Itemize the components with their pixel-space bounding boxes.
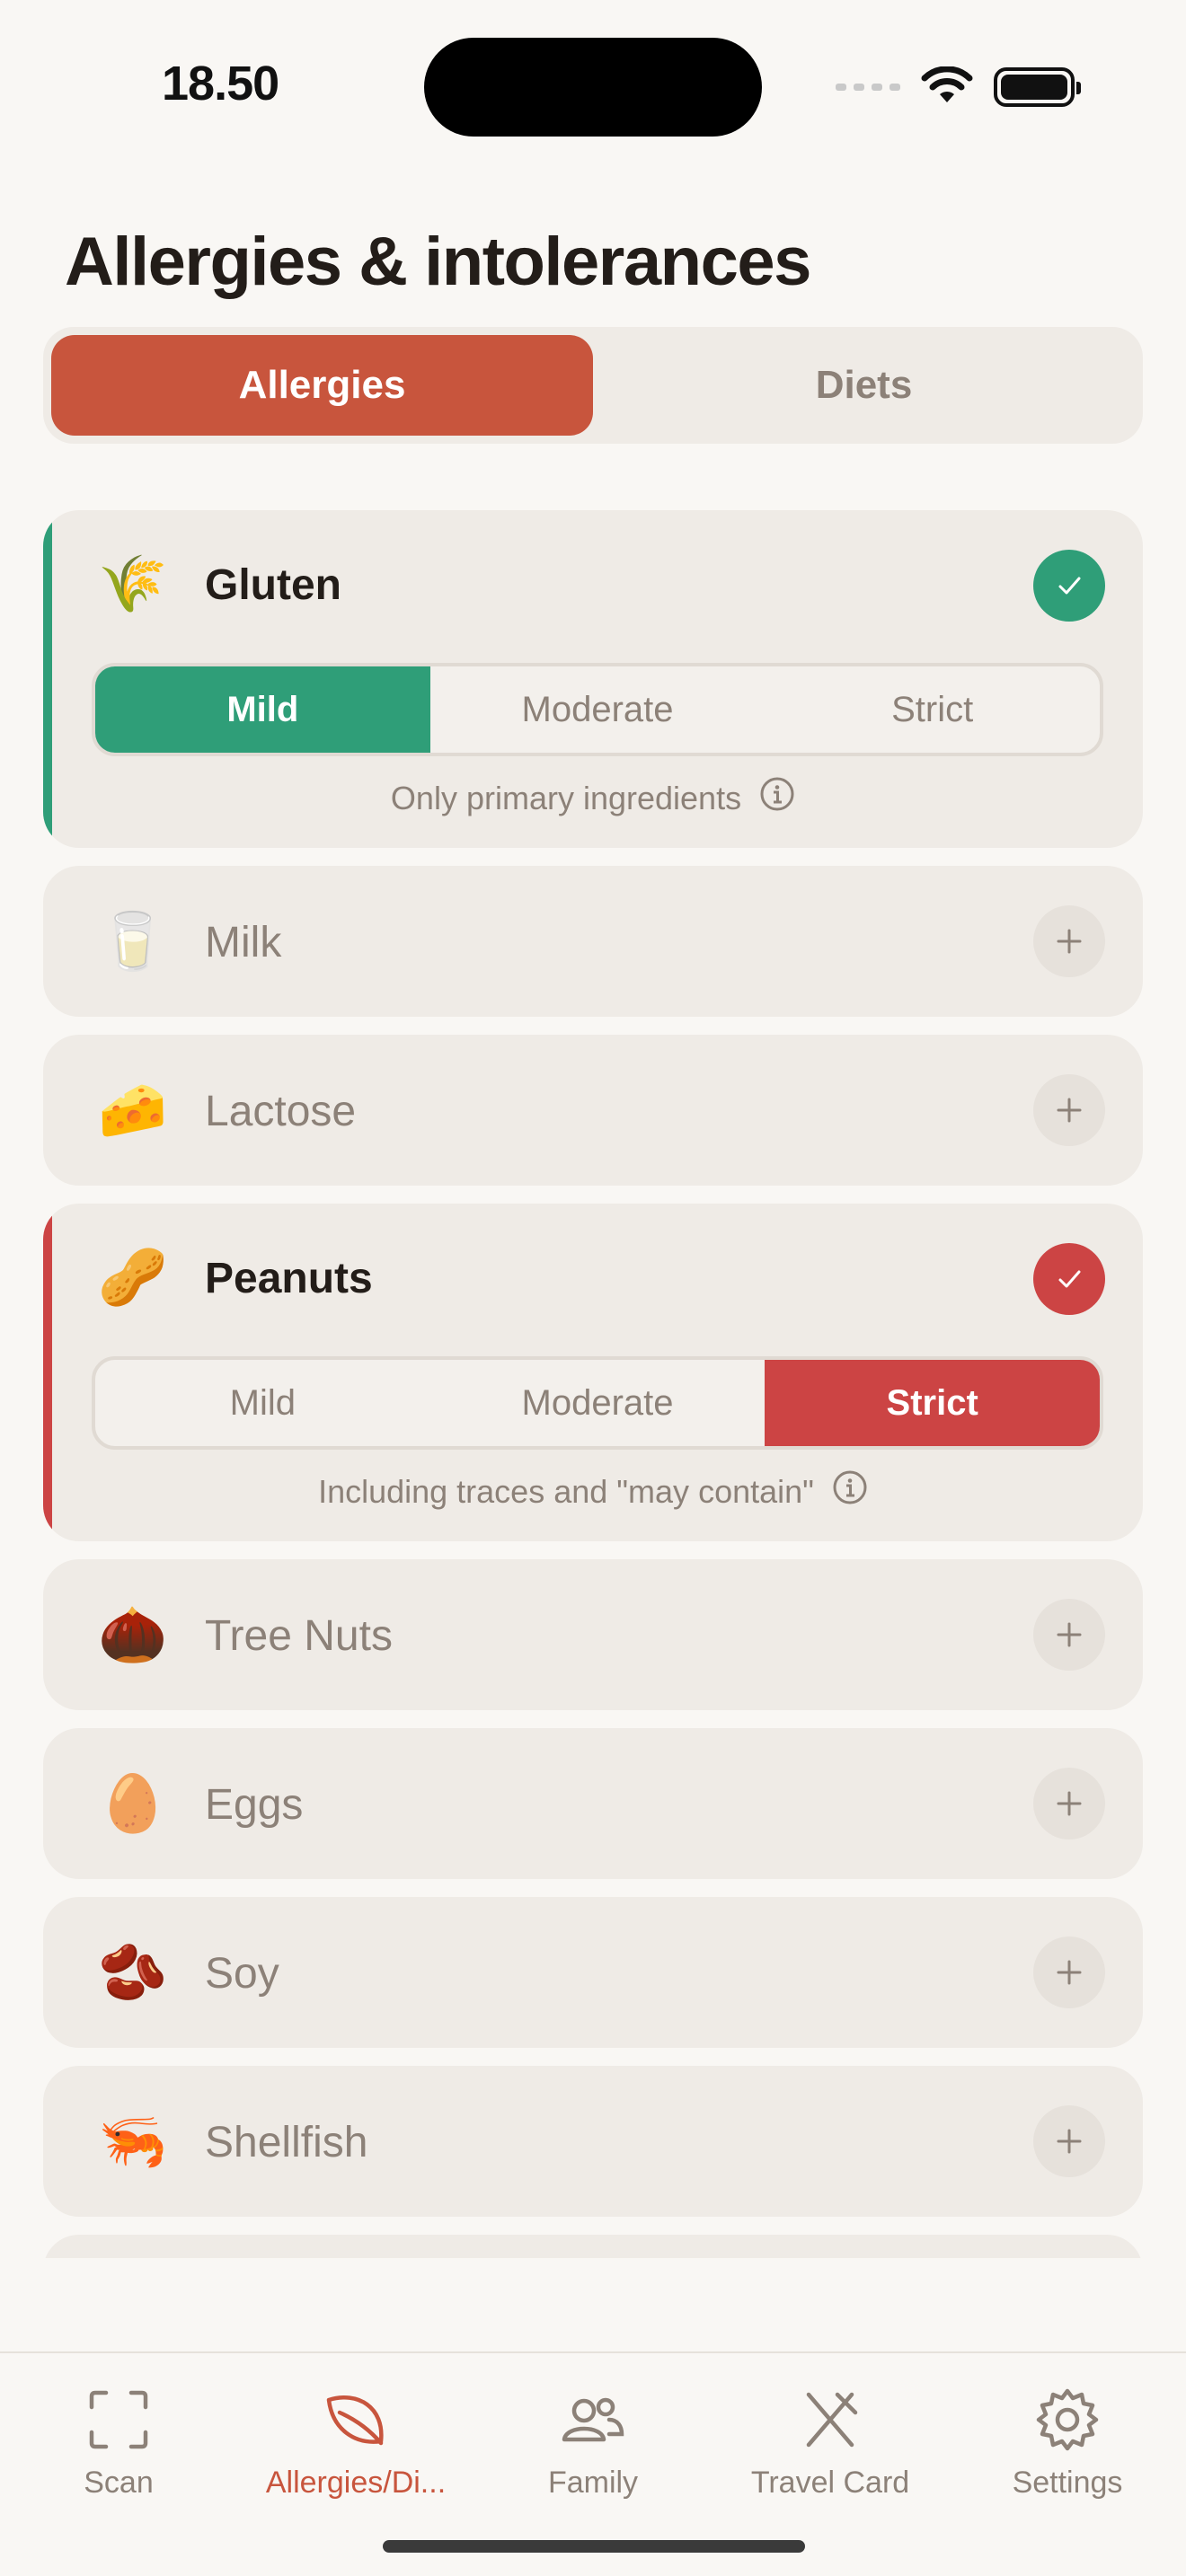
gluten-icon: 🌾 xyxy=(98,551,168,616)
allergen-card-peanuts[interactable]: 🥜 Peanuts Mild Moderate Strict Including trac… xyxy=(43,1204,1143,1541)
tab-bar-label: Settings xyxy=(1012,2466,1123,2500)
allergen-card-milk[interactable]: 🥛 Milk xyxy=(43,866,1143,1017)
milk-icon: 🥛 xyxy=(98,908,168,974)
page-title: Allergies & intolerances xyxy=(65,224,811,300)
status-icons xyxy=(836,65,1081,110)
tab-diets[interactable]: Diets xyxy=(593,335,1135,436)
add-icon[interactable] xyxy=(1033,1074,1105,1146)
severity-moderate[interactable]: Moderate xyxy=(430,666,766,753)
allergen-name: Shellfish xyxy=(205,2119,368,2166)
tab-bar-item-scan[interactable]: Scan xyxy=(0,2386,237,2501)
allergen-card-shellfish[interactable]: 🦐 Shellfish xyxy=(43,2066,1143,2217)
info-icon[interactable] xyxy=(759,776,795,820)
wifi-icon xyxy=(921,66,973,102)
allergen-list: 🌾 Gluten Mild Moderate Strict Only primary in… xyxy=(43,510,1143,2258)
allergen-name: Tree Nuts xyxy=(205,1612,393,1660)
peanuts-icon: 🥜 xyxy=(98,1244,168,1310)
tab-bar-label: Allergies/Di... xyxy=(265,2466,447,2500)
allergen-card-gluten[interactable]: 🌾 Gluten Mild Moderate Strict Only primary in… xyxy=(43,510,1143,848)
severity-note-text: Only primary ingredients xyxy=(390,779,742,816)
tab-bar-item-gear[interactable]: Settings xyxy=(949,2386,1186,2501)
signal-icon xyxy=(836,84,900,91)
allergen-name: Soy xyxy=(205,1950,279,1998)
add-icon[interactable] xyxy=(1033,1936,1105,2008)
tab-bar-label: Travel Card xyxy=(750,2466,910,2500)
main-tab-switcher: Allergies Diets xyxy=(43,327,1143,444)
severity-description: Including traces and "may contain" xyxy=(43,1469,1143,1513)
allergen-name: Lactose xyxy=(205,1088,357,1135)
status-time: 18.50 xyxy=(162,57,279,110)
checkmark-icon[interactable] xyxy=(1033,1243,1105,1315)
add-icon[interactable] xyxy=(1033,1768,1105,1839)
severity-selector: Mild Moderate Strict xyxy=(92,663,1103,756)
dynamic-island xyxy=(424,38,762,137)
severity-strict[interactable]: Strict xyxy=(765,666,1100,753)
battery-icon xyxy=(994,67,1081,107)
home-indicator xyxy=(383,2540,805,2553)
eggs-icon: 🥚 xyxy=(98,1770,168,1836)
gear-icon xyxy=(1033,2386,1102,2458)
severity-strict[interactable]: Strict xyxy=(765,1360,1100,1446)
add-icon[interactable] xyxy=(1033,1599,1105,1671)
severity-description: Only primary ingredients xyxy=(43,776,1143,820)
allergen-card-eggs[interactable]: 🥚 Eggs xyxy=(43,1728,1143,1879)
checkmark-icon[interactable] xyxy=(1033,550,1105,622)
add-icon[interactable] xyxy=(1033,905,1105,977)
tab-bar-label: Family xyxy=(547,2466,639,2500)
allergen-name: Peanuts xyxy=(205,1255,373,1302)
scan-icon xyxy=(84,2386,153,2458)
allergen-card-lactose[interactable]: 🧀 Lactose xyxy=(43,1035,1143,1186)
leaf-icon xyxy=(322,2386,390,2458)
allergen-card-partial xyxy=(43,2235,1143,2258)
utensils-icon xyxy=(796,2386,864,2458)
severity-note-text: Including traces and "may contain" xyxy=(318,1472,814,1510)
tab-bar-item-leaf[interactable]: Allergies/Di... xyxy=(237,2386,474,2501)
tab-bar-label: Scan xyxy=(84,2466,154,2500)
tab-bar-item-family[interactable]: Family xyxy=(474,2386,712,2501)
severity-mild[interactable]: Mild xyxy=(95,666,430,753)
tree-nuts-icon: 🌰 xyxy=(98,1601,168,1667)
family-icon xyxy=(559,2386,627,2458)
severity-moderate[interactable]: Moderate xyxy=(430,1360,766,1446)
info-icon[interactable] xyxy=(832,1469,868,1513)
add-icon[interactable] xyxy=(1033,2105,1105,2177)
lactose-icon: 🧀 xyxy=(98,1077,168,1142)
shellfish-icon: 🦐 xyxy=(98,2108,168,2174)
severity-mild[interactable]: Mild xyxy=(95,1360,430,1446)
allergen-name: Gluten xyxy=(205,561,341,609)
allergen-card-soy[interactable]: 🫘 Soy xyxy=(43,1897,1143,2048)
allergen-card-tree-nuts[interactable]: 🌰 Tree Nuts xyxy=(43,1559,1143,1710)
severity-selector: Mild Moderate Strict xyxy=(92,1356,1103,1450)
tab-bar-item-utensils[interactable]: Travel Card xyxy=(712,2386,949,2501)
allergen-name: Milk xyxy=(205,919,282,966)
tab-allergies[interactable]: Allergies xyxy=(51,335,593,436)
soy-icon: 🫘 xyxy=(98,1939,168,2005)
allergen-name: Eggs xyxy=(205,1781,304,1829)
